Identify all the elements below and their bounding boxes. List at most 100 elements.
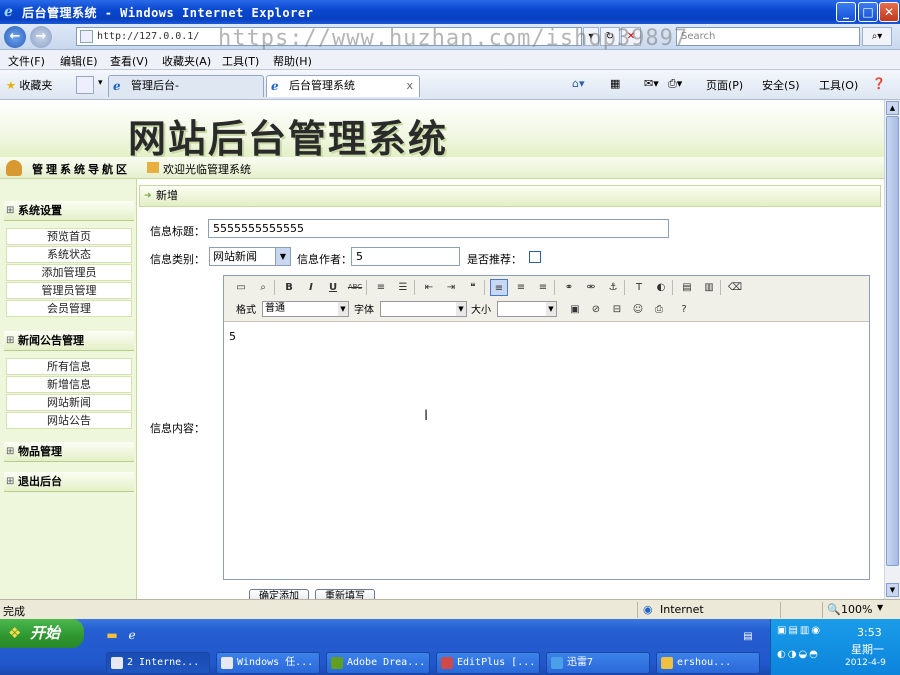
tab-admin[interactable]: ℯ 管理后台- [108,75,264,97]
anchor-icon[interactable]: ⚓ [604,279,622,296]
sidebar-item-all-info[interactable]: 所有信息 [6,358,132,375]
underline-icon[interactable]: U [324,279,342,296]
size-select[interactable]: ▼ [497,301,557,317]
back-button[interactable]: ← [4,26,26,48]
paste-word-icon[interactable]: ▥ [700,279,718,296]
tools-menu[interactable]: 工具(O) [819,77,858,93]
task-ershou-folder[interactable]: ershou... [656,652,760,674]
page-menu[interactable]: 页面(P) [706,77,743,93]
category-select[interactable]: 网站新闻 ▼ [209,247,291,266]
image-icon[interactable]: ▣ [566,301,584,318]
close-tab-icon[interactable]: x [406,76,413,96]
desktop-icon[interactable]: ▤ [740,629,756,645]
protected-mode-icon[interactable] [780,602,820,618]
indent-icon[interactable]: ⇥ [442,279,460,296]
sidebar-item-admin-manage[interactable]: 管理员管理 [6,282,132,299]
section-title: 新增 [139,185,881,207]
ordered-list-icon[interactable]: ≡ [372,279,390,296]
smiley-icon[interactable]: ☺ [629,301,647,318]
home-icon[interactable]: ⌂▾ [572,77,585,90]
favorites-button[interactable]: ★ 收藏夹 [6,77,52,93]
sidebar-section-system[interactable]: 系统设置 [4,201,134,221]
sidebar-item-site-notice[interactable]: 网站公告 [6,412,132,429]
link-icon[interactable]: ⚭ [560,279,578,296]
task-xunlei[interactable]: 迅雷7 [546,652,650,674]
feeds-icon[interactable]: ▦ [610,77,620,90]
mail-icon[interactable]: ✉▾ [644,77,659,90]
task-task-manager[interactable]: Windows 任... [216,652,320,674]
folder-icon[interactable]: ▬ [104,627,120,643]
quick-tabs-icon[interactable] [76,76,94,94]
reset-button[interactable]: 重新填写 [315,589,375,599]
submit-button[interactable]: 确定添加 [249,589,309,599]
minimize-button[interactable]: _ [836,2,856,22]
forward-button[interactable]: → [30,26,52,48]
title-input[interactable]: 5555555555555 [208,219,669,238]
clock-time[interactable]: 3:53 [857,626,882,639]
italic-icon[interactable]: I [302,279,320,296]
zoom-control[interactable]: 🔍 100% ▼ [822,602,888,618]
scroll-up-icon[interactable]: ▲ [886,101,899,115]
menu-tools[interactable]: 工具(T) [222,53,259,69]
ie-logo-icon[interactable]: ℯ [124,627,140,643]
scroll-down-icon[interactable]: ▼ [886,583,899,597]
start-button[interactable]: 开始 [0,619,84,648]
author-input[interactable]: 5 [351,247,460,266]
print-icon[interactable]: ⎙▾ [668,77,682,91]
eraser-icon[interactable]: ⌫ [726,279,744,296]
tray-icons[interactable]: ▣▤▥◉ [777,625,822,636]
special-char-icon[interactable]: ⎙ [650,301,668,318]
tab-backend-system[interactable]: ℯ 后台管理系统 x [266,75,420,97]
maximize-button[interactable]: □ [858,2,878,22]
sidebar-item-new-info[interactable]: 新增信息 [6,376,132,393]
task-editplus[interactable]: EditPlus [... [436,652,540,674]
search-button[interactable]: ⌕▾ [862,27,892,46]
search-input[interactable]: Search [676,27,860,46]
unordered-list-icon[interactable]: ☰ [394,279,412,296]
preview-icon[interactable]: ⌕ [254,279,272,296]
tab-list-icon[interactable]: ▾ [98,78,103,88]
blockquote-icon[interactable]: ❝ [464,279,482,296]
recommend-checkbox[interactable] [529,251,541,263]
help-icon[interactable]: ? [675,301,693,318]
format-select[interactable]: 普通 ▼ [262,301,349,317]
menu-edit[interactable]: 编辑(E) [60,53,98,69]
menu-favorites[interactable]: 收藏夹(A) [162,53,211,69]
source-icon[interactable]: ▭ [232,279,250,296]
window-title-bar[interactable]: ℯ 后台管理系统 - Windows Internet Explorer _ □… [0,0,900,24]
close-button[interactable]: ✕ [879,2,899,22]
unlink-icon[interactable]: ⚮ [582,279,600,296]
menu-file[interactable]: 文件(F) [8,53,45,69]
hr-icon[interactable]: ⊟ [608,301,626,318]
menu-help[interactable]: 帮助(H) [273,53,312,69]
help-icon[interactable]: ❓ [872,77,886,90]
sidebar-section-news[interactable]: 新闻公告管理 [4,331,134,351]
sidebar-item-preview-home[interactable]: 预览首页 [6,228,132,245]
editor-content[interactable]: 5 [229,330,236,343]
menu-view[interactable]: 查看(V) [110,53,148,69]
sidebar-section-logout[interactable]: 退出后台 [4,472,134,492]
bold-icon[interactable]: B [280,279,298,296]
bg-color-icon[interactable]: ◐ [652,279,670,296]
sidebar-item-member-manage[interactable]: 会员管理 [6,300,132,317]
page-scrollbar[interactable]: ▲ ▼ [884,100,900,599]
align-left-icon[interactable]: ≡ [490,279,508,296]
tray-icons-lower[interactable]: ◐◑◒◓ [777,649,820,660]
task-dreamweaver[interactable]: Adobe Drea... [326,652,430,674]
text-color-icon[interactable]: T [630,279,648,296]
flash-icon[interactable]: ⊘ [587,301,605,318]
sidebar-section-goods[interactable]: 物品管理 [4,442,134,462]
sidebar-item-site-news[interactable]: 网站新闻 [6,394,132,411]
paste-text-icon[interactable]: ▤ [678,279,696,296]
sidebar-item-add-admin[interactable]: 添加管理员 [6,264,132,281]
safety-menu[interactable]: 安全(S) [762,77,800,93]
font-select[interactable]: ▼ [380,301,467,317]
outdent-icon[interactable]: ⇤ [420,279,438,296]
scroll-thumb[interactable] [886,116,899,566]
align-right-icon[interactable]: ≡ [534,279,552,296]
sidebar-item-system-status[interactable]: 系统状态 [6,246,132,263]
task-internet-explorer[interactable]: 2 Interne... [106,652,210,674]
window-icon [221,657,233,669]
align-center-icon[interactable]: ≡ [512,279,530,296]
strike-icon[interactable]: ABC [346,279,364,296]
